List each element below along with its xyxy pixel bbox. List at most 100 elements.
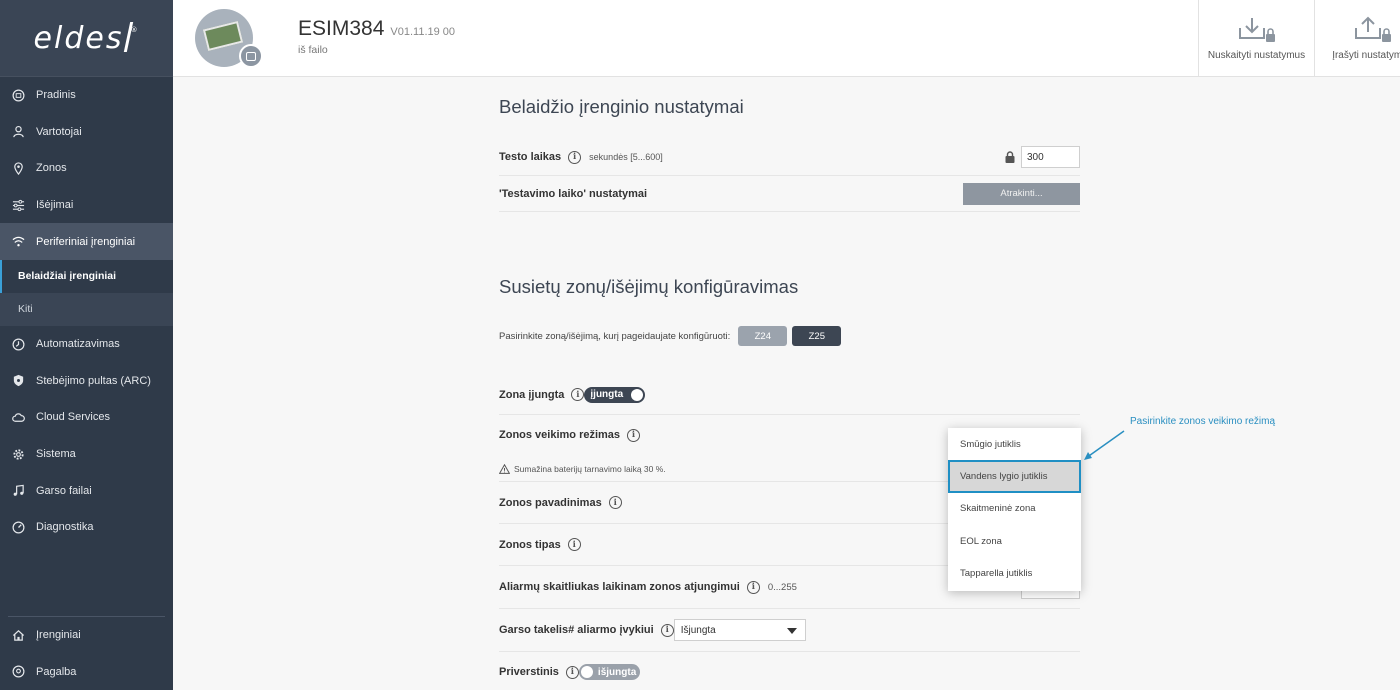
main-nav-2: Automatizavimas Stebėjimo pultas (ARC) C… [0,326,173,546]
zone-name-label: Zonos pavadinimas [499,496,602,509]
nav-item-periferiniai[interactable]: Periferiniai įrenginiai [0,223,173,260]
home-circle-icon [11,88,25,102]
zone-mode-dropdown: Smūgio jutiklis Vandens lygio jutiklis S… [948,428,1081,591]
upload-settings-button[interactable]: Įrašyti nustatymus [1314,0,1400,77]
sound-row: Garso takelis# aliarmo įvykiui i Išjungt… [499,609,1080,652]
forced-toggle[interactable]: išjungta [578,664,640,680]
nav-item-isejimai[interactable]: Išėjimai [0,187,173,224]
info-icon[interactable]: i [608,496,622,509]
zone-select-prompt: Pasirinkite zoną/išėjimą, kurį pageidauj… [499,330,731,342]
download-label: Nuskaityti nustatymus [1207,50,1306,61]
sub-item-belaidziai[interactable]: Belaidžiai įrenginiai [0,259,173,293]
nav-label: Pradinis [36,89,76,102]
download-settings-button[interactable]: Nuskaityti nustatymus [1198,0,1314,77]
forced-row: Priverstinis i išjungta [499,652,1080,690]
device-source: iš failo [298,44,328,56]
sound-select[interactable]: Išjungta [673,619,806,641]
nav-label: Automatizavimas [36,338,120,351]
sound-label: Garso takelis# aliarmo įvykiui [499,624,654,636]
nav-item-pradinis[interactable]: Pradinis [0,77,173,114]
info-icon[interactable]: i [565,665,579,679]
nav-item-zonos[interactable]: Zonos [0,150,173,187]
zone-type-label: Zonos tipas [499,538,561,551]
zone-select-row: Pasirinkite zoną/išėjimą, kurį pageidauj… [499,326,842,346]
nav-label: Stebėjimo pultas (ARC) [36,374,151,387]
upload-lock-icon [1354,16,1391,42]
upload-label: Įrašyti nustatymus [1332,50,1400,61]
dropdown-option[interactable]: EOL zona [948,525,1081,557]
nav-item-automatizavimas[interactable]: Automatizavimas [0,326,173,363]
wifi-icon [11,235,25,249]
zone-enabled-toggle[interactable]: įjungta [584,386,646,403]
device-title: ESIM384 V01.11.19 00 [298,17,456,40]
info-icon[interactable]: i [660,623,674,637]
mode-warning: Sumažina baterijų tarnavimo laiką 30 %. [499,464,666,474]
zone-button-z24[interactable]: Z24 [738,326,788,346]
logo-area: eldes ® [0,0,173,77]
music-note-icon [11,484,25,498]
nav-label: Zonos [36,162,67,175]
gauge-icon [11,520,25,534]
main-nav: Pradinis Vartotojai Zonos Išėjimai Perif… [0,77,173,260]
nav-item-cloud[interactable]: Cloud Services [0,399,173,436]
test-time-hint: sekundės [5...600] [589,152,663,162]
nav-label: Periferiniai įrenginiai [36,235,136,248]
info-icon[interactable]: i [571,388,585,401]
house-icon [11,628,25,642]
test-time-input[interactable]: 300 [1021,146,1080,168]
device-change-icon[interactable] [239,44,263,68]
callout-text: Pasirinkite zonos veikimo režimą [1130,416,1276,427]
zone-mode-label: Zonos veikimo režimas [499,429,621,441]
nav-label: Įrenginiai [36,629,81,642]
sub-nav: Belaidžiai įrenginiai Kiti [0,259,173,326]
help-icon [11,665,25,679]
test-time-label: Testo laikas [499,151,562,163]
alarm-counter-hint: 0...255 [767,581,797,593]
sidebar-bottom: Įrenginiai Pagalba [0,615,173,690]
nav-item-diagnostika[interactable]: Diagnostika [0,509,173,546]
shield-icon [11,374,25,388]
dropdown-option-selected[interactable]: Vandens lygio jutiklis [948,460,1081,493]
zone-button-z25[interactable]: Z25 [792,326,842,346]
info-icon[interactable]: i [567,538,581,551]
download-lock-icon [1238,18,1275,42]
location-pin-icon [11,161,25,175]
wireless-settings-title: Belaidžio įrenginio nustatymai [499,96,744,117]
callout-arrow-icon [1084,430,1125,460]
nav-label: Cloud Services [36,411,110,424]
nav-label: Diagnostika [36,521,94,534]
nav-label: Sistema [36,448,76,461]
caret-down-icon [786,628,797,634]
dropdown-option[interactable]: Tapparella jutiklis [948,558,1081,590]
info-icon[interactable]: i [568,150,582,164]
user-icon [11,125,25,139]
nav-item-garso[interactable]: Garso failai [0,472,173,509]
dropdown-option[interactable]: Skaitmeninė zona [948,493,1081,525]
nav-item-vartotojai[interactable]: Vartotojai [0,114,173,151]
warning-icon [499,464,510,474]
zone-enabled-label: Zona įjungta [499,388,565,401]
info-icon[interactable]: i [627,428,641,442]
test-time-row: Testo laikas i sekundės [5...600] 300 [499,139,1080,176]
nav-item-arc[interactable]: Stebėjimo pultas (ARC) [0,363,173,400]
nav-label: Išėjimai [36,199,74,212]
nav-item-pagalba[interactable]: Pagalba [0,653,173,690]
unlock-button[interactable]: Atrakinti... [963,182,1080,205]
clock-icon [11,337,25,351]
testing-settings-row: 'Testavimo laiko' nustatymai Atrakinti..… [499,176,1080,212]
sub-item-kiti[interactable]: Kiti [0,293,173,326]
nav-label: Pagalba [36,665,77,678]
alarm-counter-label: Aliarmų skaitliukas laikinam zonos atjun… [499,581,740,593]
eldes-logo[interactable]: eldes ® [34,21,140,56]
zone-enabled-row: Zona įjungta i įjungta [499,375,1080,415]
dropdown-option[interactable]: Smūgio jutiklis [948,428,1081,460]
cloud-icon [11,410,25,424]
nav-label: Garso failai [36,484,92,497]
info-icon[interactable]: i [746,580,760,594]
device-version: V01.11.19 00 [390,26,456,38]
nav-label: Vartotojai [36,125,82,138]
testing-settings-label: 'Testavimo laiko' nustatymai [499,187,648,200]
nav-item-irenginiai[interactable]: Įrenginiai [0,617,173,654]
nav-item-sistema[interactable]: Sistema [0,436,173,473]
gear-icon [11,447,25,461]
